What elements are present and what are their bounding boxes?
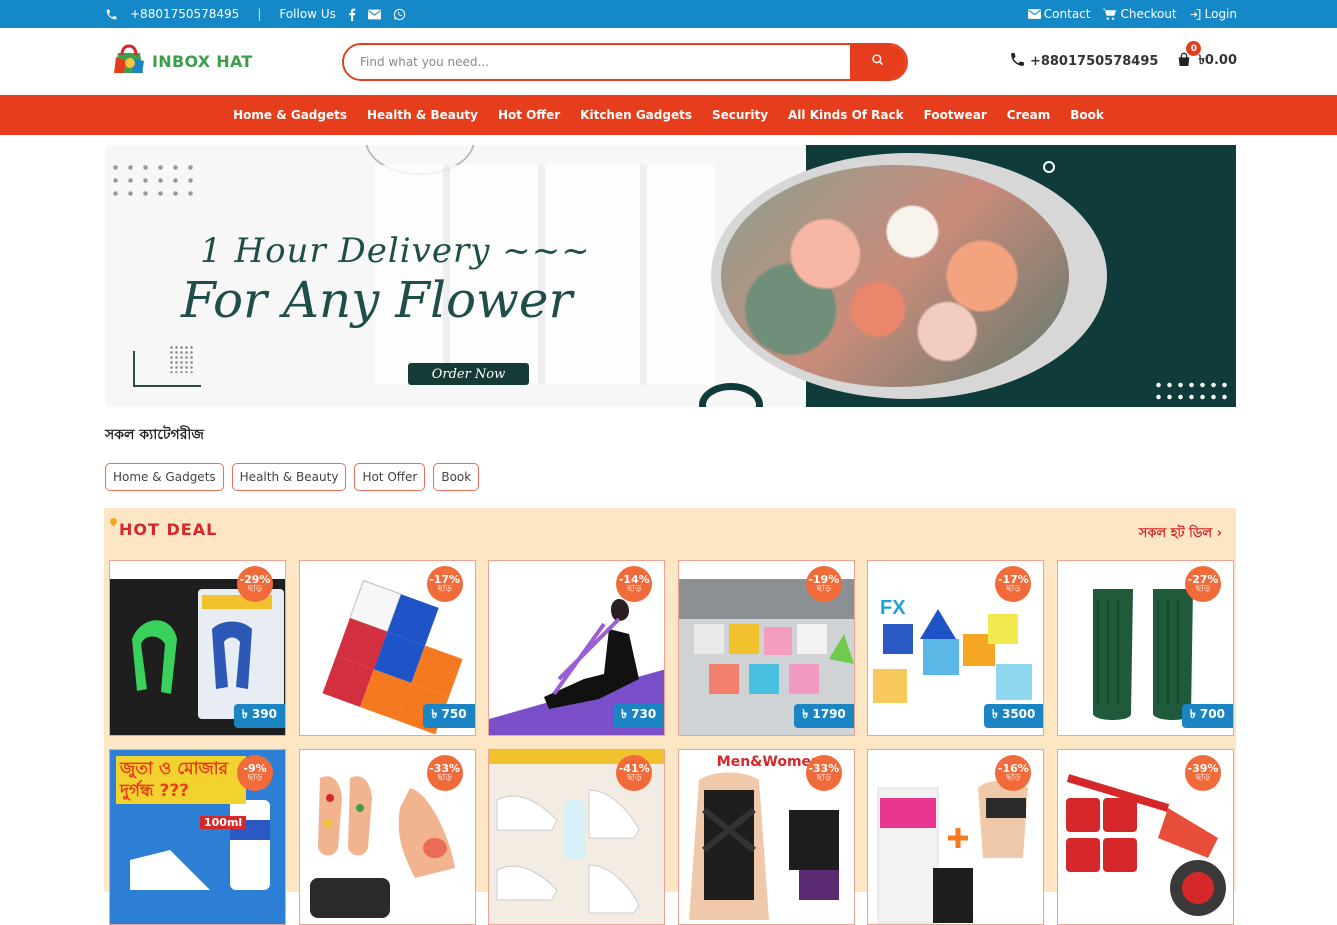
- product-card[interactable]: -29% ছাড় ৳ 390: [109, 560, 286, 736]
- search-input[interactable]: [344, 44, 850, 79]
- decor-bubble: [1043, 161, 1055, 173]
- nav-item-cream[interactable]: Cream: [997, 108, 1060, 122]
- discount-badge: -14% ছাড়: [616, 566, 653, 602]
- discount-badge: -27% ছাড়: [1184, 566, 1221, 602]
- price-tag: ৳ 750: [423, 704, 475, 728]
- header-phone[interactable]: +8801750578495: [1009, 51, 1158, 72]
- nav-item-home-gadgets[interactable]: Home & Gadgets: [223, 108, 357, 122]
- categories-title: সকল ক্যাটেগরীজ: [105, 427, 204, 443]
- discount-badge: -39% ছাড়: [1184, 755, 1221, 791]
- product-card[interactable]: -17% ছাড় ৳ 750: [298, 560, 476, 736]
- login-link[interactable]: Login: [1189, 7, 1237, 21]
- site-header: INBOX HAT +8801750578495 0 ৳0.00: [0, 28, 1337, 95]
- site-logo[interactable]: INBOX HAT: [110, 43, 342, 81]
- price-tag: ৳ 730: [612, 704, 665, 728]
- banner-headline-1: 1 Hour Delivery ~~~: [200, 231, 591, 271]
- logo-text: INBOX HAT: [152, 52, 253, 71]
- phone-icon: [105, 8, 118, 21]
- furniture-mover-tool-image: [1057, 768, 1233, 924]
- follow-us-label: Follow Us: [279, 7, 336, 21]
- hot-deal-section: HOT DEAL সকল হট ডিল › -29% ছাড় ৳ 390 -17…: [104, 508, 1236, 925]
- decor-ring: [699, 383, 763, 407]
- product-card[interactable]: জুতা ও মোজার দুর্গন্ধ ??? 100ml -9% ছাড়: [109, 749, 286, 925]
- nav-item-footwear[interactable]: Footwear: [914, 108, 997, 122]
- category-chip-home-gadgets[interactable]: Home & Gadgets: [105, 463, 224, 491]
- slimming-gel-kit-image: [868, 768, 1044, 924]
- discount-badge: -33% ছাড়: [805, 755, 842, 791]
- contact-label: Contact: [1043, 7, 1091, 21]
- top-bar-right: Contact Checkout Login: [1027, 7, 1237, 21]
- top-bar-separator: |: [257, 7, 262, 21]
- checkout-label: Checkout: [1120, 7, 1177, 21]
- decor-dots-white: [1153, 379, 1231, 405]
- category-chip-health-beauty[interactable]: Health & Beauty: [231, 463, 347, 491]
- product-grid: -29% ছাড় ৳ 390 -17% ছাড় ৳ 750 -14% ছাড় ৳…: [109, 560, 1234, 925]
- hot-deal-title-text: HOT DEAL: [119, 520, 218, 539]
- product-card[interactable]: Men&Women -33% ছাড়: [677, 749, 855, 925]
- main-nav: Home & Gadgets Health & Beauty Hot Offer…: [0, 95, 1337, 135]
- shoe-spray-volume: 100ml: [200, 816, 247, 829]
- login-label: Login: [1204, 7, 1237, 21]
- flame-icon: [108, 516, 119, 527]
- nav-item-all-kinds-of-rack[interactable]: All Kinds Of Rack: [778, 108, 914, 122]
- price-tag: ৳ 3500: [983, 704, 1044, 728]
- discount-badge: -17% ছাড়: [426, 566, 463, 602]
- top-bar-left: +8801750578495 | Follow Us: [105, 7, 406, 21]
- top-bar-phone[interactable]: +8801750578495: [130, 7, 239, 21]
- cart-button[interactable]: 0 ৳0.00: [1176, 41, 1237, 72]
- banner-headline-2: For Any Flower: [181, 271, 573, 329]
- header-right: +8801750578495 0 ৳0.00: [1009, 41, 1237, 72]
- nav-item-kitchen-gadgets[interactable]: Kitchen Gadgets: [570, 108, 702, 122]
- email-icon[interactable]: [367, 9, 381, 20]
- product-card[interactable]: -39% ছাড়: [1056, 749, 1234, 925]
- facebook-icon[interactable]: [348, 8, 356, 21]
- flower-bouquet-image: [721, 165, 1069, 387]
- cart-total: ৳0.00: [1198, 53, 1237, 68]
- shopping-bag-logo-icon: [110, 43, 148, 81]
- discount-badge: -19% ছাড়: [805, 566, 842, 602]
- category-chip-book[interactable]: Book: [433, 463, 480, 491]
- svg-text:FX: FX: [880, 597, 906, 619]
- discount-badge: -33% ছাড়: [426, 755, 463, 791]
- checkout-link[interactable]: Checkout: [1102, 7, 1177, 21]
- discount-badge: -41% ছাড়: [616, 755, 653, 791]
- nav-item-hot-offer[interactable]: Hot Offer: [488, 108, 570, 122]
- category-chips: Home & Gadgets Health & Beauty Hot Offer…: [105, 463, 1337, 491]
- contact-link[interactable]: Contact: [1027, 7, 1091, 21]
- search-bar: [342, 42, 908, 81]
- discount-badge: -29% ছাড়: [237, 566, 273, 602]
- shoe-spray-text: জুতা ও মোজার দুর্গন্ধ ???: [116, 756, 246, 805]
- top-bar: +8801750578495 | Follow Us Contact Check…: [0, 0, 1337, 28]
- price-tag: ৳ 1790: [794, 704, 854, 728]
- search-button[interactable]: [850, 44, 906, 79]
- decor-dots: [108, 161, 200, 201]
- nav-item-book[interactable]: Book: [1060, 108, 1114, 122]
- hero-banner[interactable]: 1 Hour Delivery ~~~ For Any Flower Order…: [105, 145, 1236, 407]
- whatsapp-icon[interactable]: [393, 8, 406, 21]
- product-card[interactable]: -14% ছাড় ৳ 730: [488, 560, 666, 736]
- nav-item-health-beauty[interactable]: Health & Beauty: [357, 108, 488, 122]
- product-card[interactable]: -27% ছাড় ৳ 700: [1056, 560, 1234, 736]
- decor-mini-dots: [169, 345, 195, 373]
- phone-icon: [1009, 51, 1026, 72]
- discount-badge: -9% ছাড়: [237, 755, 273, 791]
- product-card[interactable]: -33% ছাড়: [298, 749, 476, 925]
- posture-corrector-text: Men&Women: [716, 754, 821, 770]
- header-phone-number: +8801750578495: [1029, 54, 1159, 69]
- nav-item-security[interactable]: Security: [702, 108, 778, 122]
- order-now-button[interactable]: Order Now: [408, 363, 529, 385]
- product-card[interactable]: FX -17% ছাড় ৳ 3500: [867, 560, 1045, 736]
- hot-deal-title: HOT DEAL: [108, 516, 218, 539]
- price-tag: ৳ 700: [1181, 704, 1233, 728]
- price-tag: ৳ 390: [233, 704, 285, 728]
- category-chip-hot-offer[interactable]: Hot Offer: [354, 463, 426, 491]
- product-card[interactable]: -41% ছাড়: [488, 749, 666, 925]
- view-all-hot-deals-link[interactable]: সকল হট ডিল ›: [1139, 524, 1222, 545]
- reflexology-foot-mat-image: [299, 768, 475, 924]
- product-card[interactable]: -16% ছাড়: [867, 749, 1045, 925]
- search-icon: [871, 53, 885, 70]
- product-card[interactable]: -19% ছাড় ৳ 1790: [677, 560, 855, 736]
